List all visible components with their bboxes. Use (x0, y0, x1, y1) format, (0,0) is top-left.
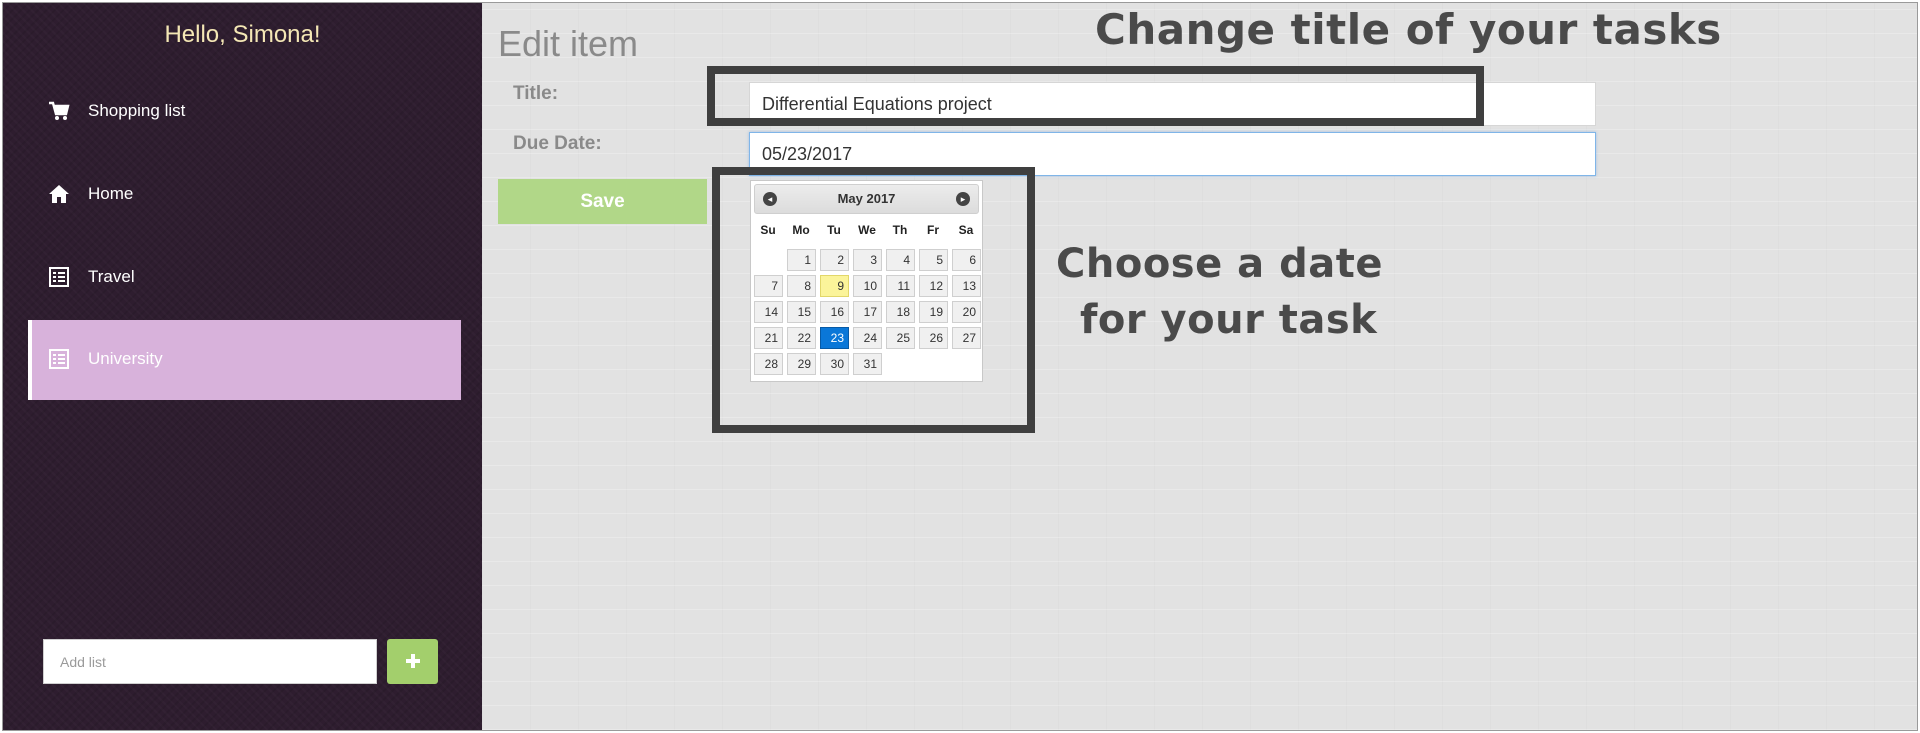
annotation-title-hint: Change title of your tasks (1095, 5, 1722, 54)
sidebar-item-label: Travel (88, 267, 135, 286)
sidebar-item-label: Shopping list (88, 101, 186, 120)
sidebar-item-home[interactable]: Home (28, 155, 461, 235)
app-window: Hello, Simona! Shopping list Home Travel… (2, 2, 1918, 731)
list-icon (48, 348, 70, 370)
sidebar-item-label: Home (88, 184, 134, 203)
list-icon (48, 266, 70, 288)
annotation-date-hint-line2: for your task (1080, 297, 1378, 343)
title-label: Title: (513, 83, 559, 104)
sidebar-item-shopping-list[interactable]: Shopping list (28, 72, 461, 152)
plus-icon (387, 639, 438, 684)
due-date-label: Due Date: (513, 133, 602, 154)
add-list-input[interactable] (43, 639, 377, 684)
cart-icon (48, 100, 70, 122)
add-list-button[interactable] (387, 639, 438, 684)
home-icon (48, 183, 70, 205)
annotation-date-frame (712, 167, 1035, 433)
sidebar-item-travel[interactable]: Travel (28, 238, 461, 318)
sidebar-item-university[interactable]: University (28, 320, 461, 400)
sidebar-item-label: University (88, 349, 163, 368)
main-content: Edit item Title: Differential Equations … (482, 3, 1917, 730)
annotation-title-frame (707, 66, 1484, 126)
annotation-date-hint-line1: Choose a date (1056, 241, 1383, 287)
page-title: Edit item (498, 23, 639, 64)
save-button[interactable]: Save (498, 179, 707, 224)
sidebar: Hello, Simona! Shopping list Home Travel… (3, 3, 482, 730)
greeting: Hello, Simona! (164, 21, 321, 48)
